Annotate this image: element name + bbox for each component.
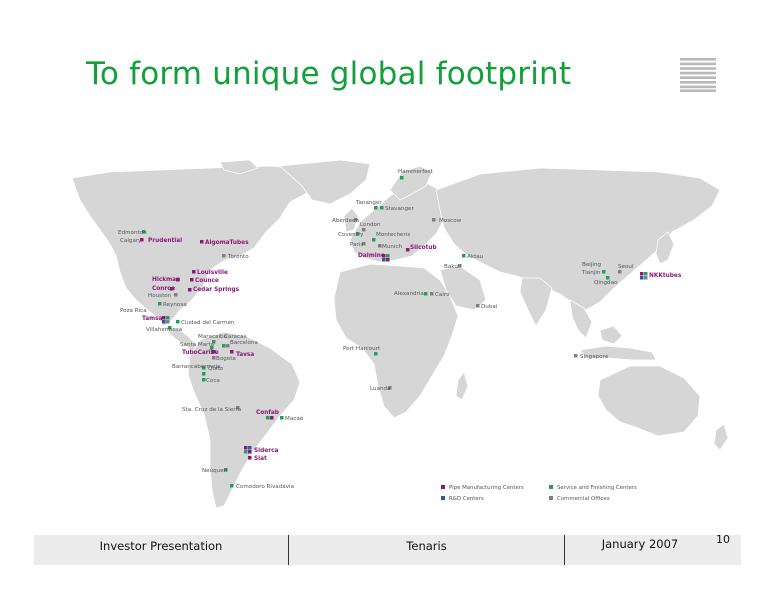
cairo-label: Cairo bbox=[435, 292, 450, 298]
cedar-springs-label: Cedar Springs bbox=[193, 287, 240, 293]
calgary-label: Calgary bbox=[120, 238, 142, 244]
coventry-label: Coventry bbox=[338, 232, 364, 238]
map-legend: Pipe Manufacturing Centers Service and F… bbox=[441, 485, 637, 502]
london-label: London bbox=[360, 222, 381, 228]
louisville-label: Louisville bbox=[197, 270, 228, 276]
page-number: 10 bbox=[716, 533, 730, 546]
montecheris-label: Montecheris bbox=[376, 232, 410, 238]
africa-landmass bbox=[333, 263, 459, 419]
world-map: Hammerfest Tananger Stavanger Aberdeen M… bbox=[71, 160, 729, 509]
moscow-label: Moscow bbox=[439, 218, 462, 224]
reynosa-label: Reynosa bbox=[163, 302, 187, 308]
legend-pipe-manufacturing: Pipe Manufacturing Centers bbox=[449, 485, 524, 491]
paris-label: Paris bbox=[350, 242, 363, 248]
footer-center: Tenaris bbox=[406, 539, 447, 553]
footer-bar: Investor Presentation Tenaris January 20… bbox=[34, 535, 741, 565]
tenaris-logo bbox=[680, 58, 716, 92]
coca-label: Coca bbox=[206, 378, 220, 384]
slide-title: To form unique global footprint bbox=[86, 56, 572, 92]
baku-label: Baku bbox=[444, 264, 458, 270]
tamsa-label: Tamsa bbox=[142, 316, 163, 322]
beijing-label: Beijing bbox=[582, 262, 601, 268]
ciudad-del-carmen-label: Ciudad del Carmen bbox=[181, 320, 235, 326]
algomatubes-label: AlgomaTubes bbox=[205, 240, 249, 246]
santa-marta-label: Santa Marta bbox=[180, 342, 214, 348]
neuquen-label: Neuquen bbox=[202, 468, 228, 474]
macae-label: Macaé bbox=[285, 415, 304, 422]
seoul-label: Seoul bbox=[618, 264, 634, 270]
houston-label: Houston bbox=[148, 293, 172, 299]
siat-label: Siat bbox=[254, 456, 267, 462]
australia-landmass bbox=[597, 365, 701, 437]
barcelona-label: Barcelona bbox=[230, 340, 258, 346]
footer-right: January 2007 bbox=[601, 537, 679, 551]
aktau-label: Aktau bbox=[467, 254, 484, 260]
hickman-label: Hickman bbox=[152, 277, 180, 283]
silcotub-label: Silcotub bbox=[410, 245, 437, 251]
confab-label: Confab bbox=[256, 410, 279, 416]
edmonton-label: Edmonton bbox=[118, 230, 147, 236]
siderca-label: Siderca bbox=[254, 448, 279, 454]
legend-service-swatch bbox=[549, 485, 553, 489]
legend-rnd: R&D Centers bbox=[449, 496, 484, 502]
legend-service-finishing: Service and Finishing Centers bbox=[557, 485, 637, 491]
singapore-label: Singapore bbox=[580, 354, 609, 360]
dubai-label: Dubai bbox=[481, 304, 498, 310]
qingdao-label: Qingdao bbox=[594, 280, 618, 286]
port-harcourt-label: Port Harcourt bbox=[343, 346, 381, 352]
north-america-landmass bbox=[71, 165, 321, 327]
tubocaribe-label: TuboCaribe bbox=[182, 350, 219, 356]
quito-label: Quito bbox=[208, 366, 224, 372]
nkktubes-label: NKKtubes bbox=[649, 273, 682, 279]
legend-commercial-swatch bbox=[549, 496, 553, 500]
luanda-label: Luanda bbox=[370, 386, 391, 392]
bogota-label: Bogota bbox=[216, 356, 236, 362]
aberdeen-label: Aberdeen bbox=[332, 218, 359, 224]
hammerfest-label: Hammerfest bbox=[398, 169, 434, 175]
legend-commercial: Commercial Offices bbox=[557, 496, 610, 502]
villahermosa-label: Villahermosa bbox=[146, 327, 182, 333]
legend-pipe-swatch bbox=[441, 485, 445, 489]
comodoro-rivadavia-label: Comodoro Rivadavia bbox=[236, 484, 294, 490]
south-america-landmass bbox=[187, 331, 301, 509]
toronto-label: Toronto bbox=[227, 254, 249, 260]
tavsa-label: Tavsa bbox=[236, 352, 254, 358]
dalmine-label: Dalmine bbox=[358, 253, 385, 259]
prudential-label: Prudential bbox=[148, 238, 182, 244]
conroe-label: Conroe bbox=[152, 286, 175, 292]
munich-label: Munich bbox=[382, 244, 403, 250]
poza-rica-label: Poza Rica bbox=[120, 308, 147, 314]
alexandria-label: Alexandria bbox=[394, 291, 424, 297]
sta-cruz-de-la-sierra-label: Sta. Cruz de la Sierra bbox=[182, 407, 241, 413]
tianjin-label: Tianjin bbox=[581, 270, 601, 276]
footer-left: Investor Presentation bbox=[99, 539, 223, 553]
stavanger-label: Stavanger bbox=[385, 206, 414, 212]
counce-label: Counce bbox=[195, 278, 219, 284]
tananger-label: Tananger bbox=[355, 200, 382, 206]
legend-rnd-swatch bbox=[441, 496, 445, 500]
